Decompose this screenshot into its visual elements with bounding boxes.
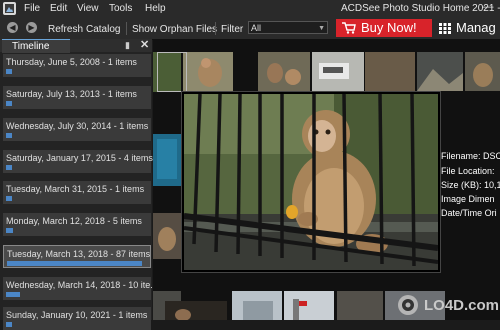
timeline-item-label: Tuesday, March 13, 2018 - 87 items <box>7 249 151 259</box>
timeline-item-bar-track <box>6 133 144 138</box>
menu-help[interactable]: Help <box>145 3 166 14</box>
timeline-item[interactable]: Saturday, January 17, 2015 - 4 items <box>3 150 153 173</box>
timeline-item-bar-track <box>6 165 144 170</box>
timeline-item-bar-track <box>6 196 144 201</box>
back-button[interactable]: ◀ <box>7 22 18 33</box>
acdsee-app-icon[interactable] <box>3 2 16 15</box>
timeline-item-label: Saturday, July 13, 2013 - 1 items <box>6 89 137 99</box>
thumbnail[interactable] <box>165 301 227 321</box>
timeline-item[interactable]: Thursday, June 5, 2008 - 1 items <box>3 54 151 77</box>
filter-dropdown[interactable]: All ▼ <box>248 21 328 34</box>
buy-now-button[interactable]: Buy Now! <box>336 19 432 37</box>
toolbar-divider <box>215 22 216 35</box>
thumbnail[interactable] <box>284 291 334 320</box>
timeline-item[interactable]: Wednesday, March 14, 2018 - 10 ite... <box>3 277 158 300</box>
manage-label: Manag <box>456 20 496 35</box>
image-preview-popup[interactable] <box>181 91 441 273</box>
arrow-right-icon: ▶ <box>28 23 35 32</box>
timeline-item-bar-track <box>7 261 145 266</box>
menu-view[interactable]: View <box>77 3 99 14</box>
timeline-item-bar-track <box>6 101 144 106</box>
toolbar-divider <box>126 22 127 35</box>
timeline-item-bar <box>6 133 12 138</box>
menu-file[interactable]: File <box>24 3 40 14</box>
timeline-item-bar <box>6 228 13 233</box>
thumbnail[interactable] <box>258 52 310 91</box>
timeline-item-bar <box>6 322 12 327</box>
thumbnail[interactable] <box>365 52 415 91</box>
watermark-text: LO4D.com <box>424 297 500 314</box>
timeline-item-label: Wednesday, July 30, 2014 - 1 items <box>6 121 149 131</box>
manage-mode-button[interactable]: Manag <box>437 19 500 37</box>
timeline-item-bar-track <box>6 292 144 297</box>
thumbnail[interactable] <box>183 52 233 91</box>
timeline-item-label: Wednesday, March 14, 2018 - 10 ite... <box>6 280 158 290</box>
timeline-item[interactable]: Wednesday, July 30, 2014 - 1 items <box>3 118 151 141</box>
timeline-item-label: Monday, March 12, 2018 - 5 items <box>6 216 142 226</box>
timeline-tab-label: Timeline <box>12 41 50 52</box>
timeline-item-bar <box>6 69 12 74</box>
grid-icon <box>439 23 451 34</box>
pin-icon[interactable]: ▮ <box>125 40 130 51</box>
timeline-item-bar-track <box>6 322 144 327</box>
cart-icon <box>342 22 356 34</box>
timeline-item-bar <box>6 196 12 201</box>
menu-tools[interactable]: Tools <box>109 3 132 14</box>
timeline-item[interactable]: Tuesday, March 31, 2015 - 1 items <box>3 181 151 204</box>
buy-now-label: Buy Now! <box>361 20 417 35</box>
timeline-item-label: Sunday, January 10, 2021 - 1 items <box>6 310 148 320</box>
lo4d-logo-icon <box>398 295 418 315</box>
info-file-location: File Location: <box>441 166 495 176</box>
timeline-item-label: Tuesday, March 31, 2015 - 1 items <box>6 184 145 194</box>
info-date-time: Date/Time Ori <box>441 208 497 218</box>
info-image-dimensions: Image Dimen <box>441 194 495 204</box>
refresh-button[interactable]: Refresh <box>48 24 83 35</box>
catalog-button[interactable]: Catalog <box>86 24 120 35</box>
timeline-item-label: Saturday, January 17, 2015 - 4 items <box>6 153 153 163</box>
timeline-item-bar <box>6 165 12 170</box>
menu-edit[interactable]: Edit <box>50 3 67 14</box>
window-title: ACDSee Photo Studio Home 2021 - Trial <box>341 3 500 14</box>
timeline-item-bar <box>6 292 20 297</box>
thumbnail[interactable] <box>417 52 463 91</box>
filter-value: All <box>251 23 262 33</box>
timeline-item-bar-track <box>6 69 144 74</box>
chevron-down-icon: ▼ <box>318 25 325 32</box>
preview-photo <box>184 94 438 270</box>
timeline-item-bar-track <box>6 228 144 233</box>
thumbnail[interactable] <box>153 213 181 259</box>
timeline-item[interactable]: Saturday, July 13, 2013 - 1 items <box>3 86 151 109</box>
thumbnail[interactable] <box>232 291 282 320</box>
close-icon[interactable]: ✕ <box>140 38 149 51</box>
tab-timeline[interactable]: Timeline <box>2 39 70 53</box>
timeline-item[interactable]: Monday, March 12, 2018 - 5 items <box>3 213 151 236</box>
info-size: Size (KB): 10,1 <box>441 180 500 190</box>
info-filename: Filename: DSC <box>441 151 500 161</box>
filter-label: Filter <box>221 24 244 35</box>
minimize-button[interactable]: — <box>478 1 498 17</box>
arrow-left-icon: ◀ <box>9 23 16 32</box>
lo4d-watermark: LO4D.com <box>395 293 499 317</box>
timeline-item[interactable]: Sunday, January 10, 2021 - 1 items <box>3 307 151 330</box>
forward-button[interactable]: ▶ <box>26 22 37 33</box>
thumbnail[interactable] <box>312 52 364 91</box>
selected-thumbnail-frame[interactable] <box>157 52 187 92</box>
timeline-item-bar <box>7 261 142 266</box>
timeline-item-label: Thursday, June 5, 2008 - 1 items <box>6 57 137 67</box>
timeline-item[interactable]: Tuesday, March 13, 2018 - 87 items <box>3 245 151 268</box>
thumbnail[interactable] <box>465 52 500 91</box>
thumbnail[interactable] <box>153 134 181 186</box>
show-orphan-files-button[interactable]: Show Orphan Files <box>132 24 217 35</box>
timeline-item-bar <box>6 101 12 106</box>
